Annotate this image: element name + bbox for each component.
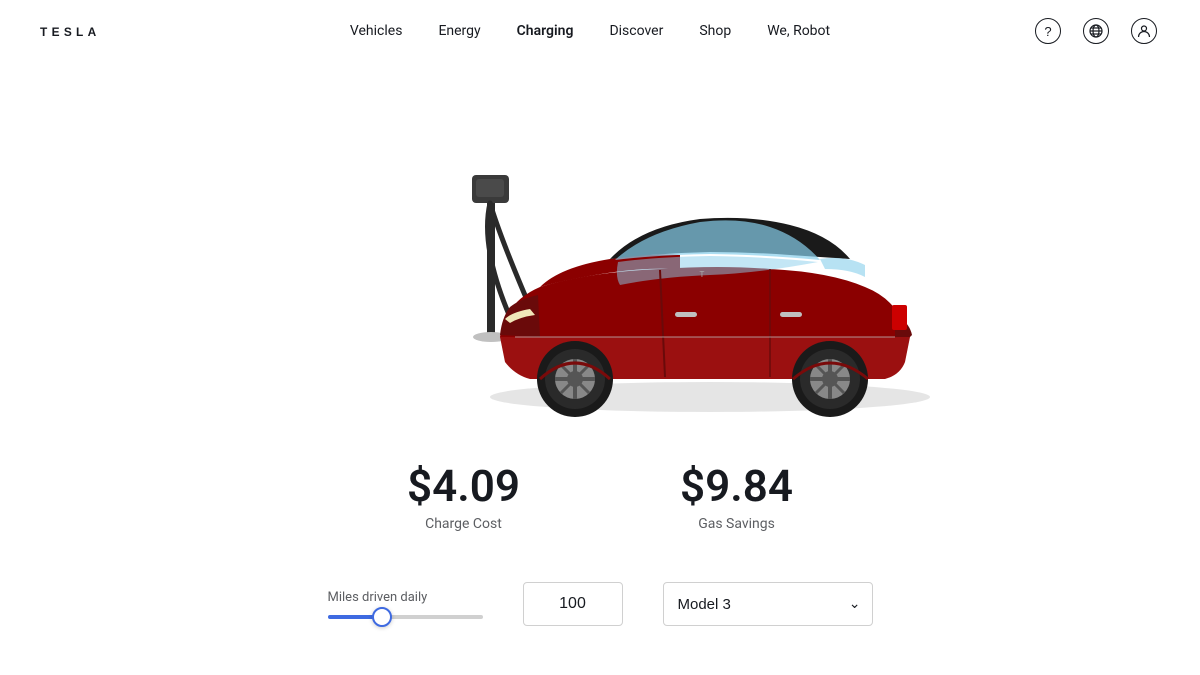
globe-icon — [1083, 18, 1109, 44]
nav-charging[interactable]: Charging — [517, 23, 574, 39]
gas-savings-value: $9.84 — [680, 462, 793, 510]
header-icons: ? — [1032, 15, 1160, 47]
logo[interactable]: TESLA — [40, 25, 148, 38]
tesla-logo-icon: TESLA — [40, 25, 148, 38]
slider-label: Miles driven daily — [328, 590, 428, 605]
main-content: T $4.09 Charge Cost $9.84 Gas Savings Mi… — [0, 62, 1200, 646]
car-section: T — [0, 62, 1200, 452]
site-header: TESLA Vehicles Energy Charging Discover … — [0, 0, 1200, 62]
nav-shop[interactable]: Shop — [699, 23, 731, 39]
car-illustration: T — [320, 107, 880, 407]
controls-section: Miles driven daily Model 3 Model Y Model… — [0, 562, 1200, 646]
nav-vehicles[interactable]: Vehicles — [350, 23, 403, 39]
stats-section: $4.09 Charge Cost $9.84 Gas Savings — [407, 452, 793, 562]
charge-cost-label: Charge Cost — [425, 516, 502, 532]
user-icon — [1131, 18, 1157, 44]
miles-input[interactable] — [523, 582, 623, 626]
nav-we-robot[interactable]: We, Robot — [767, 23, 830, 39]
globe-button[interactable] — [1080, 15, 1112, 47]
model-select-container: Model 3 Model Y Model S Model X Cybertru… — [663, 582, 873, 626]
miles-slider[interactable] — [328, 615, 483, 619]
gas-savings-label: Gas Savings — [698, 516, 775, 532]
charge-cost-value: $4.09 — [407, 462, 520, 510]
help-icon: ? — [1035, 18, 1061, 44]
nav-discover[interactable]: Discover — [609, 23, 663, 39]
svg-text:T: T — [700, 270, 705, 279]
account-button[interactable] — [1128, 15, 1160, 47]
main-nav: Vehicles Energy Charging Discover Shop W… — [350, 23, 830, 39]
help-button[interactable]: ? — [1032, 15, 1064, 47]
model-select[interactable]: Model 3 Model Y Model S Model X Cybertru… — [663, 582, 873, 626]
gas-savings-stat: $9.84 Gas Savings — [680, 462, 793, 532]
slider-group: Miles driven daily — [328, 590, 483, 619]
nav-energy[interactable]: Energy — [438, 23, 480, 39]
svg-text:TESLA: TESLA — [40, 25, 101, 38]
charge-cost-stat: $4.09 Charge Cost — [407, 462, 520, 532]
